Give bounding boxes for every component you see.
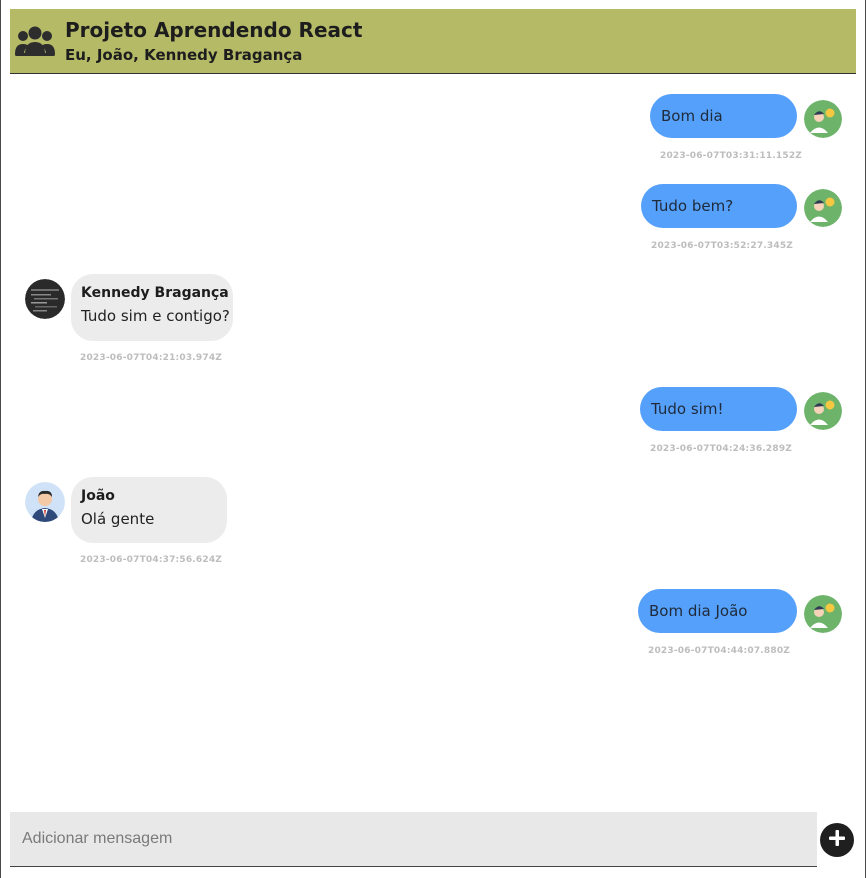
message-text: Tudo bem? <box>652 197 734 215</box>
message-text: Bom dia <box>661 107 723 125</box>
message-sender: João <box>81 488 115 504</box>
my-avatar <box>804 189 842 227</box>
message-list: Bom dia 2023-06-07T03:31:11.152Z Tudo be… <box>0 74 866 804</box>
plus-icon <box>828 829 846 851</box>
message-text: Olá gente <box>81 510 155 528</box>
other-message-bubble: Kennedy Bragança Tudo sim e contigo? <box>71 274 233 341</box>
message-sender: Kennedy Bragança <box>81 285 229 301</box>
kennedy-avatar <box>25 279 65 319</box>
message-timestamp: 2023-06-07T03:31:11.152Z <box>660 151 803 161</box>
other-message-bubble: João Olá gente <box>71 477 227 543</box>
my-message-bubble: Tudo bem? <box>641 184 797 228</box>
message-composer <box>10 812 817 867</box>
message-timestamp: 2023-06-07T04:37:56.624Z <box>80 555 223 565</box>
chat-header: Projeto Aprendendo React Eu, João, Kenne… <box>10 9 856 74</box>
message-timestamp: 2023-06-07T04:24:36.289Z <box>650 444 793 454</box>
message-text: Tudo sim! <box>651 400 724 418</box>
my-message-bubble: Bom dia <box>650 94 797 138</box>
my-avatar <box>804 595 842 633</box>
message-text: Tudo sim e contigo? <box>81 307 230 325</box>
my-avatar <box>804 392 842 430</box>
chat-title: Projeto Aprendendo React <box>65 18 363 42</box>
message-timestamp: 2023-06-07T03:52:27.345Z <box>651 241 794 251</box>
my-avatar <box>804 100 842 138</box>
message-timestamp: 2023-06-07T04:21:03.974Z <box>80 353 223 363</box>
send-button[interactable] <box>820 823 854 857</box>
message-text: Bom dia João <box>649 602 748 620</box>
group-icon <box>15 21 55 61</box>
my-message-bubble: Tudo sim! <box>640 387 797 431</box>
joao-avatar <box>25 482 65 522</box>
header-text: Projeto Aprendendo React Eu, João, Kenne… <box>65 18 362 64</box>
message-timestamp: 2023-06-07T04:44:07.880Z <box>648 646 791 656</box>
my-message-bubble: Bom dia João <box>638 589 797 633</box>
message-input[interactable] <box>10 812 817 866</box>
chat-participants: Eu, João, Kennedy Bragança <box>65 46 303 64</box>
